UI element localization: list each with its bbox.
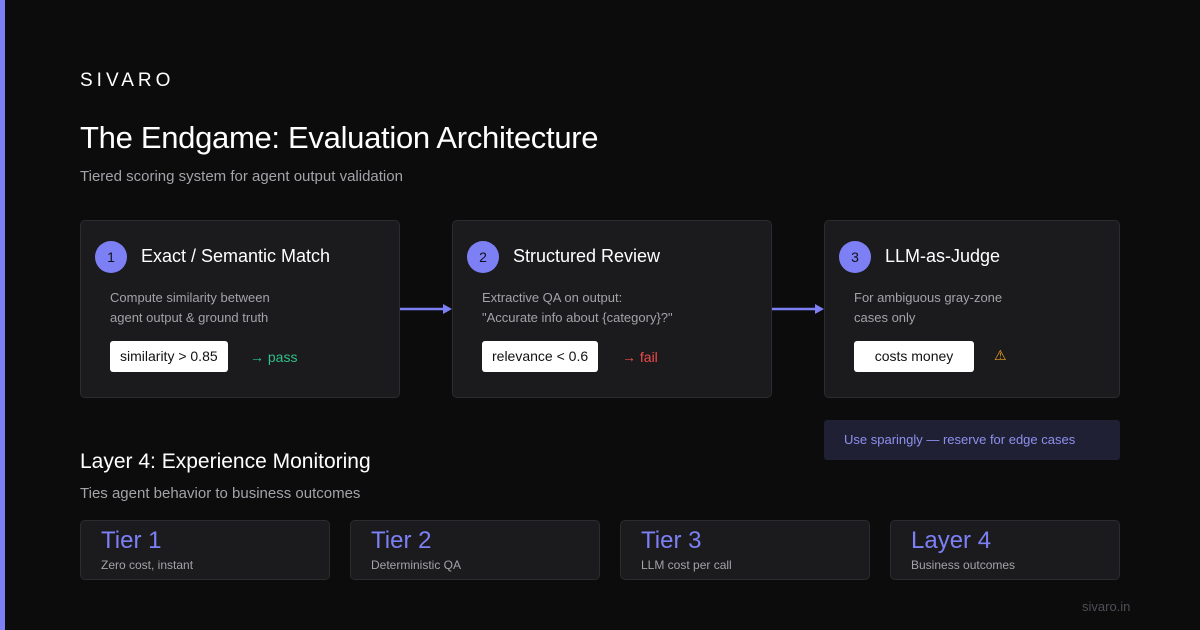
section-title: Layer 4: Experience Monitoring — [80, 450, 371, 473]
card-title: Structured Review — [513, 246, 661, 266]
step-number-badge: 2 — [467, 241, 499, 273]
section-subtitle: Ties agent behavior to business outcomes — [80, 485, 361, 502]
card-description-line: "Accurate info about {category}?" — [482, 310, 673, 325]
tier-description: Business outcomes — [911, 558, 1016, 572]
card-description: Compute similarity between agent output … — [110, 288, 270, 328]
tier-name: Tier 3 — [641, 527, 702, 554]
tier-summary-card: Layer 4 Business outcomes — [890, 520, 1120, 580]
card-description: For ambiguous gray-zone cases only — [854, 288, 1002, 328]
card-description-line: For ambiguous gray-zone — [854, 290, 1003, 305]
tier-name: Tier 2 — [371, 527, 432, 554]
flow-arrow-icon — [772, 304, 824, 314]
cost-pill: costs money — [854, 341, 974, 372]
tier-card-exact-match: 1 Exact / Semantic Match Compute similar… — [80, 220, 400, 398]
threshold-pill: relevance < 0.6 — [482, 341, 599, 372]
card-description-line: Extractive QA on output: — [482, 290, 623, 305]
card-description-line: Compute similarity between — [110, 290, 270, 305]
card-description-line: agent output & ground truth — [110, 310, 269, 325]
card-title: Exact / Semantic Match — [141, 246, 331, 266]
tier-summary-card: Tier 1 Zero cost, instant — [80, 520, 330, 580]
tier-summary-card: Tier 3 LLM cost per call — [620, 520, 870, 580]
tier-description: Deterministic QA — [371, 558, 462, 572]
tier-description: Zero cost, instant — [101, 558, 194, 572]
card-description-line: cases only — [854, 310, 916, 325]
pass-result-label: → pass — [250, 349, 298, 365]
threshold-pill: similarity > 0.85 — [110, 341, 228, 372]
page-title: The Endgame: Evaluation Architecture — [80, 120, 599, 155]
usage-note: Use sparingly — reserve for edge cases — [824, 420, 1120, 460]
tier-card-structured-review: 2 Structured Review Extractive QA on out… — [452, 220, 772, 398]
warning-icon: ⚠ — [994, 347, 1007, 363]
tier-description: LLM cost per call — [641, 558, 732, 572]
tier-card-llm-judge: 3 LLM-as-Judge For ambiguous gray-zone c… — [824, 220, 1120, 398]
accent-bar — [0, 0, 5, 630]
page-subtitle: Tiered scoring system for agent output v… — [80, 168, 403, 185]
tier-name: Layer 4 — [911, 527, 992, 554]
step-number-badge: 1 — [95, 241, 127, 273]
fail-result-label: → fail — [622, 349, 658, 365]
flow-arrow-icon — [400, 304, 452, 314]
step-number-badge: 3 — [839, 241, 871, 273]
card-description: Extractive QA on output: "Accurate info … — [482, 288, 673, 328]
brand-logo: SIVARO — [80, 70, 175, 91]
tier-summary-card: Tier 2 Deterministic QA — [350, 520, 600, 580]
footer-url[interactable]: sivaro.in — [1082, 599, 1130, 614]
card-title: LLM-as-Judge — [885, 246, 1001, 266]
tier-name: Tier 1 — [101, 527, 162, 554]
